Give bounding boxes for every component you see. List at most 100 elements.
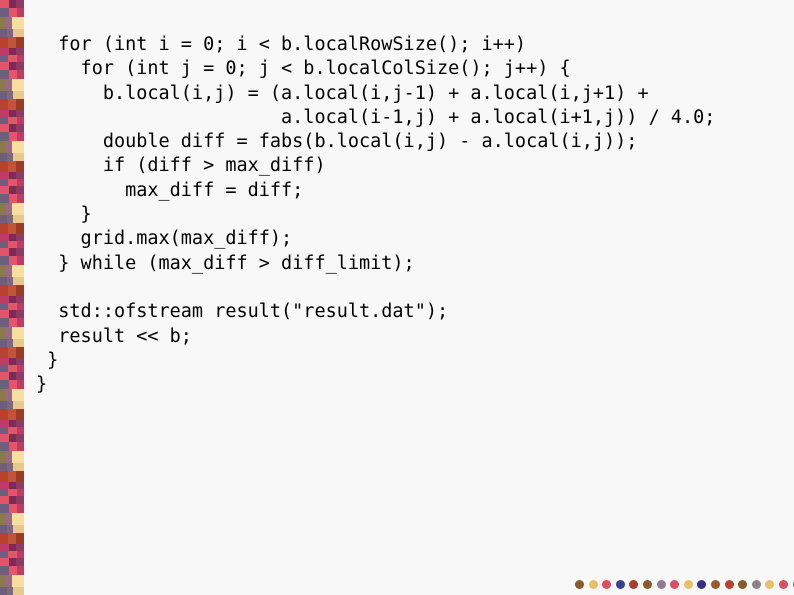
border-block	[0, 558, 9, 566]
code-line: a.local(i-1,j) + a.local(i+1,j)) / 4.0;	[36, 106, 716, 128]
border-block	[17, 70, 24, 79]
border-block	[17, 427, 24, 434]
border-block	[9, 186, 16, 194]
border-block	[17, 194, 24, 203]
border-block	[17, 442, 24, 451]
border-block	[9, 566, 17, 575]
code-line: std::ofstream result("result.dat");	[36, 301, 449, 323]
border-block	[0, 544, 9, 551]
border-block	[0, 132, 9, 141]
border-block	[16, 124, 24, 132]
border-block	[13, 463, 24, 471]
code-line: b.local(i,j) = (a.local(i,j-1) + a.local…	[36, 82, 649, 104]
border-block	[0, 372, 9, 380]
decorative-dot	[602, 580, 612, 589]
border-block-group	[0, 496, 24, 558]
code-line: grid.max(max_diff);	[36, 228, 293, 250]
border-block	[0, 380, 9, 389]
border-block	[0, 153, 7, 161]
border-block	[12, 203, 24, 215]
border-block	[8, 471, 16, 482]
border-block	[0, 482, 9, 489]
border-block	[0, 496, 9, 504]
decorative-dot	[615, 580, 625, 589]
decorative-dot-row	[575, 580, 794, 589]
border-block	[8, 285, 16, 296]
border-block-group	[0, 372, 24, 434]
border-block	[0, 277, 7, 285]
border-block	[16, 161, 24, 172]
border-block	[16, 471, 24, 482]
border-block	[8, 303, 17, 310]
border-block	[17, 365, 24, 372]
border-block	[16, 234, 24, 241]
border-block	[16, 533, 24, 544]
border-block	[17, 566, 24, 575]
border-block	[0, 161, 8, 172]
code-block: for (int i = 0; i < b.localRowSize(); i+…	[36, 33, 715, 397]
border-block	[0, 48, 9, 55]
border-block	[9, 124, 16, 132]
border-block	[0, 525, 7, 533]
border-block	[8, 99, 16, 110]
border-block	[9, 310, 16, 318]
border-block-group	[0, 62, 24, 124]
border-block	[0, 62, 9, 70]
border-block	[0, 8, 9, 17]
border-block	[17, 504, 24, 513]
border-block	[17, 303, 24, 310]
border-block	[13, 91, 24, 99]
border-block	[0, 471, 8, 482]
border-block	[0, 256, 9, 265]
border-block	[8, 179, 17, 186]
border-block	[9, 48, 16, 55]
border-block	[0, 427, 8, 434]
border-block	[16, 372, 24, 380]
border-block	[17, 551, 24, 558]
border-block	[8, 37, 16, 48]
border-block	[12, 389, 24, 401]
border-block	[9, 110, 16, 117]
border-block	[0, 194, 9, 203]
border-block	[0, 37, 8, 48]
border-block	[0, 186, 9, 194]
border-block	[16, 434, 24, 442]
border-block	[16, 223, 24, 234]
border-block	[16, 544, 24, 551]
border-block	[12, 79, 24, 91]
border-block	[16, 420, 24, 427]
border-block	[0, 55, 8, 62]
border-block	[8, 241, 17, 248]
border-block	[16, 358, 24, 365]
border-block	[0, 434, 9, 442]
border-block	[16, 347, 24, 358]
border-block	[0, 318, 9, 327]
border-block	[0, 347, 8, 358]
decorative-dot	[588, 580, 598, 589]
border-block	[0, 223, 8, 234]
border-block	[12, 17, 24, 29]
border-block	[17, 318, 24, 327]
border-block	[9, 62, 16, 70]
border-block	[0, 420, 9, 427]
border-block	[0, 566, 9, 575]
decorative-dot	[670, 580, 680, 589]
border-block-group	[0, 558, 24, 595]
presentation-slide: for (int i = 0; i < b.localRowSize(); i+…	[0, 0, 794, 595]
border-block	[9, 8, 17, 17]
code-line: }	[36, 374, 48, 396]
border-block	[0, 172, 9, 179]
code-line: }	[36, 204, 92, 226]
border-block	[12, 575, 24, 587]
code-line: }	[36, 349, 59, 371]
border-block	[12, 513, 24, 525]
border-block	[0, 463, 7, 471]
border-block	[9, 420, 16, 427]
border-block	[16, 99, 24, 110]
border-block	[16, 482, 24, 489]
border-block	[0, 409, 8, 420]
border-block	[8, 117, 17, 124]
border-block	[9, 256, 17, 265]
code-line: if (diff > max_diff)	[36, 155, 326, 177]
border-block	[0, 241, 8, 248]
